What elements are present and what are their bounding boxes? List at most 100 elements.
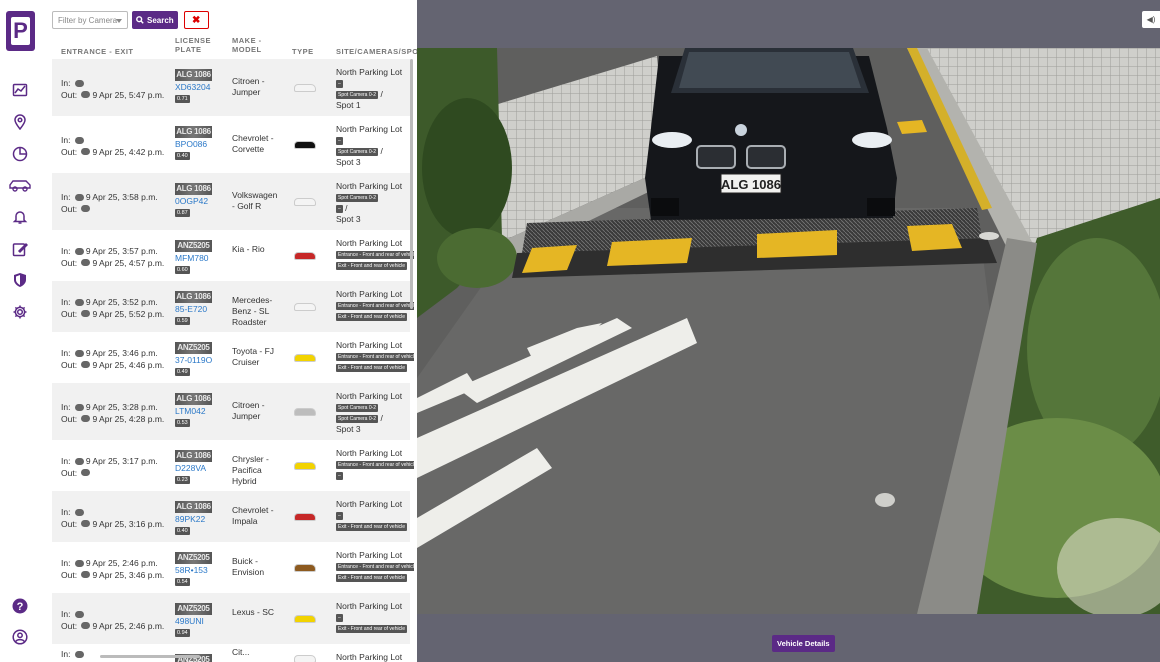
search-icon xyxy=(136,16,144,24)
col-license-plate[interactable]: LICENSE PLATE xyxy=(175,36,217,54)
list-horizontal-scrollbar[interactable] xyxy=(100,655,200,658)
camera-badge-icon xyxy=(81,571,91,579)
camera-badge-icon xyxy=(74,79,84,87)
col-site-cameras-spot[interactable]: SITE/CAMERAS/SPOT xyxy=(336,47,417,56)
plate-thumbnail[interactable]: ALG 1086 xyxy=(175,393,212,405)
plate-link[interactable]: XD63204 xyxy=(175,82,227,92)
vehicle-type-cell xyxy=(294,140,320,151)
col-entrance-exit[interactable]: ENTRANCE - EXIT xyxy=(61,47,134,56)
site-name: North Parking Lot xyxy=(336,448,403,458)
plate-thumbnail[interactable]: ANZ5205 xyxy=(175,240,212,252)
user-account-icon[interactable] xyxy=(12,629,28,645)
clear-filter-button[interactable]: ✖ xyxy=(183,11,209,29)
site-name: North Parking Lot xyxy=(336,601,403,611)
shield-icon[interactable] xyxy=(12,272,28,288)
make-model-cell: Citroen - Jumper xyxy=(232,400,265,421)
exit-time: Out: 9 Apr 25, 4:28 p.m. xyxy=(61,413,165,424)
table-row[interactable]: In: 9 Apr 25, 3:28 p.m. Out: 9 Apr 25, 4:… xyxy=(52,383,410,440)
camera-filter-select[interactable]: Filter by Camera xyxy=(52,11,128,29)
spot-name: Spot 1 xyxy=(336,100,361,110)
site-name: North Parking Lot xyxy=(336,391,403,401)
plate-thumbnail[interactable]: ANZ5205 xyxy=(175,552,212,564)
image-viewer: ◀) ALG 1086 Vehicle Details xyxy=(417,0,1160,662)
plate-thumbnail[interactable]: ALG 1086 xyxy=(175,291,212,303)
exit-time: Out: xyxy=(61,468,171,480)
exit-time: Out: 9 Apr 25, 4:46 p.m. xyxy=(61,359,165,370)
vehicle-type-icon xyxy=(294,461,316,470)
col-make-model[interactable]: MAKE - MODEL xyxy=(232,36,274,54)
vehicle-type-cell xyxy=(294,407,320,418)
plate-thumbnail[interactable]: ANZ5205 xyxy=(175,603,212,615)
camera-tag: Entrance - Front and rear of vehicle xyxy=(336,562,414,571)
license-plate-cell: ANZ5205 58R•153 0.54 xyxy=(175,552,227,586)
confidence-badge: 0.23 xyxy=(175,476,190,484)
camera-badge-icon xyxy=(74,136,84,144)
list-vertical-scrollbar[interactable] xyxy=(410,59,413,309)
exit-time: Out: 9 Apr 25, 2:46 p.m. xyxy=(61,620,165,631)
vehicle-icon[interactable] xyxy=(8,177,32,193)
plate-link[interactable]: BPO086 xyxy=(175,139,227,149)
plate-thumbnail[interactable]: ALG 1086 xyxy=(175,126,212,138)
plate-thumbnail[interactable]: ALG 1086 xyxy=(175,183,212,195)
table-row[interactable]: In: 9 Apr 25, 3:52 p.m. Out: 9 Apr 25, 5:… xyxy=(52,281,414,332)
gear-icon[interactable] xyxy=(12,304,28,320)
location-pin-icon[interactable] xyxy=(12,114,28,130)
table-row[interactable]: In: 9 Apr 25, 3:46 p.m. Out: 9 Apr 25, 4:… xyxy=(52,332,414,383)
table-row[interactable]: In: 9 Apr 25, 3:57 p.m. Out: 9 Apr 25, 4:… xyxy=(52,230,414,281)
license-plate-cell: ANZ5205 MFM780 0.60 xyxy=(175,240,227,274)
table-row[interactable]: In: Out: 9 Apr 25, 4:42 p.m. ALG 1086 BPO0… xyxy=(52,116,410,173)
plate-thumbnail[interactable]: ANZ5205 xyxy=(175,342,212,354)
table-row[interactable]: In: Out: 9 Apr 25, 2:46 p.m. ANZ5205 498UN… xyxy=(52,593,410,644)
table-row[interactable]: In: 9 Apr 25, 3:17 p.m. Out: ALG 1086 D228… xyxy=(52,440,414,491)
make-model-cell: Toyota - FJ Cruiser xyxy=(232,346,275,367)
vehicle-type-cell xyxy=(294,655,320,662)
confidence-badge: 0.53 xyxy=(175,419,190,427)
plate-thumbnail[interactable]: ALG 1086 xyxy=(175,69,212,81)
vehicle-type-cell xyxy=(294,614,320,625)
make-model-cell: Chrysler - Pacifica Hybrid xyxy=(232,454,269,486)
camera-badge-icon xyxy=(74,403,84,411)
app-logo[interactable]: P xyxy=(6,11,35,51)
plate-thumbnail[interactable]: ALG 1086 xyxy=(175,450,212,462)
vehicle-type-cell xyxy=(294,461,320,472)
search-button[interactable]: Search xyxy=(132,11,178,29)
site-name: North Parking Lot xyxy=(336,340,403,350)
site-name: North Parking Lot xyxy=(336,67,403,77)
plate-link[interactable]: D228VA xyxy=(175,463,227,473)
plate-link[interactable]: MFM780 xyxy=(175,253,227,263)
vehicle-type-icon xyxy=(294,251,316,260)
vehicle-details-button[interactable]: Vehicle Details xyxy=(772,635,835,652)
table-row[interactable]: In: Out: 9 Apr 25, 3:16 p.m. ALG 1086 89PK… xyxy=(52,491,410,542)
plate-link[interactable]: 58R•153 xyxy=(175,565,227,575)
camera-badge-icon xyxy=(74,559,84,567)
vehicle-type-cell xyxy=(294,197,320,208)
camera-badge-icon xyxy=(74,349,84,357)
plate-link[interactable]: 85-E720 xyxy=(175,304,227,314)
edit-icon[interactable] xyxy=(12,241,28,257)
camera-badge-icon xyxy=(74,193,84,201)
bell-icon[interactable] xyxy=(12,209,28,225)
help-icon[interactable]: ? xyxy=(12,598,28,614)
plate-link[interactable]: 0OGP42 xyxy=(175,196,227,206)
plate-link[interactable]: 498UNI xyxy=(175,616,227,626)
plate-thumbnail[interactable]: ALG 1086 xyxy=(175,501,212,513)
confidence-badge: 0.49 xyxy=(175,368,190,376)
table-row[interactable]: In: 9 Apr 25, 3:58 p.m. Out: ALG 1086 0OGP… xyxy=(52,173,410,230)
site-cameras-spot-cell: North Parking Lot – Exit - Front and rear … xyxy=(336,601,414,634)
analytics-icon[interactable] xyxy=(12,82,28,98)
camera-badge-icon xyxy=(81,259,91,267)
plate-link[interactable]: LTM042 xyxy=(175,406,227,416)
table-row[interactable]: In: 9 Apr 25, 2:46 p.m. Out: 9 Apr 25, 3:… xyxy=(52,542,414,593)
camera-badge-icon xyxy=(74,610,84,618)
plate-link[interactable]: 37-0119O xyxy=(175,355,227,365)
camera-tag: – xyxy=(336,136,343,145)
site-name: North Parking Lot xyxy=(336,238,403,248)
vehicle-type-icon xyxy=(294,140,316,149)
pie-chart-icon[interactable] xyxy=(12,146,28,162)
table-row[interactable]: In: Out: ANZ5205Cit...North Parking Lot xyxy=(52,644,410,662)
speaker-icon[interactable]: ◀) xyxy=(1142,11,1160,28)
plate-link[interactable]: 89PK22 xyxy=(175,514,227,524)
col-type[interactable]: TYPE xyxy=(292,47,314,56)
table-row[interactable]: In: Out: 9 Apr 25, 5:47 p.m. ALG 1086 XD63… xyxy=(52,59,410,116)
site-name: North Parking Lot xyxy=(336,499,403,509)
